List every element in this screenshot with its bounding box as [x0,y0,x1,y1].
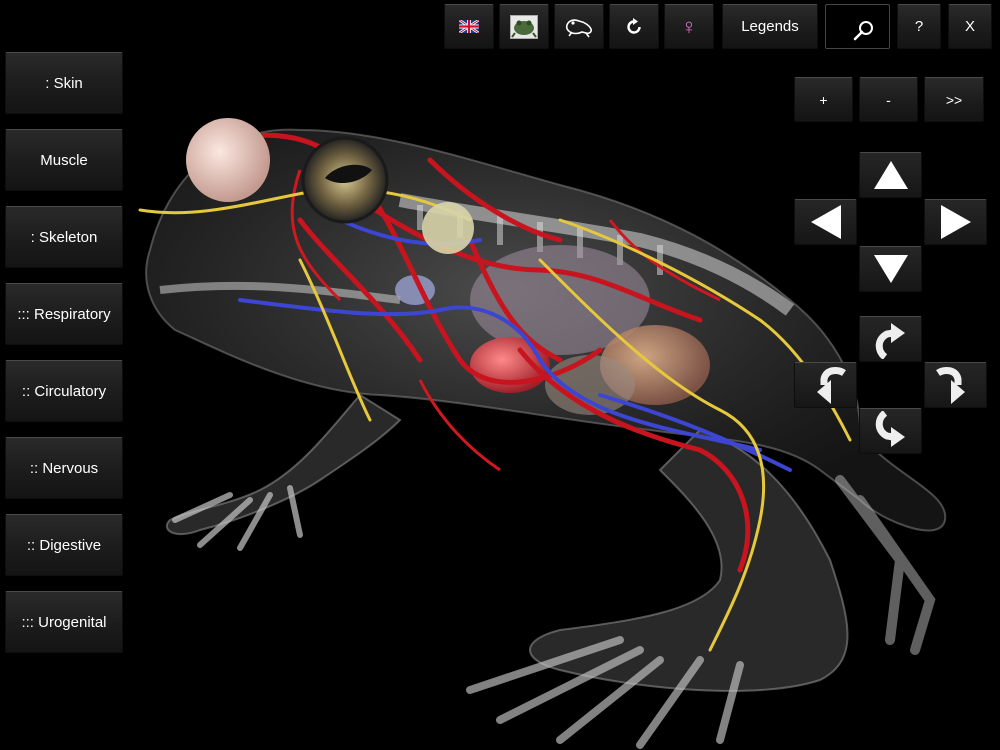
uk-flag-icon [459,20,479,33]
reset-rotation-button[interactable] [609,4,659,49]
female-symbol-icon: ♀ [680,13,698,39]
legends-button[interactable]: Legends [722,4,818,49]
rotate-down-button[interactable] [859,408,922,454]
close-button[interactable]: X [948,4,992,49]
system-digestive-label: :: Digestive [26,536,102,554]
frog-photo-icon [510,14,538,39]
zoom-in-button[interactable]: + [794,77,853,122]
zoom-out-label: - [886,91,891,108]
rotate-left-button[interactable] [794,362,857,408]
zoom-in-label: + [819,91,828,108]
rotate-down-icon [875,411,905,447]
system-skin-button[interactable]: : Skin [5,52,123,114]
pan-down-button[interactable] [859,246,922,292]
system-respiratory-button[interactable]: ::: Respiratory [5,283,123,345]
rotate-up-button[interactable] [859,316,922,362]
rotate-left-icon [816,367,846,404]
system-respiratory-label: ::: Respiratory [17,305,111,323]
legends-label: Legends [741,18,799,35]
system-muscle-button[interactable]: Muscle [5,129,123,191]
help-label: ? [914,18,924,35]
system-nervous-label: :: Nervous [29,459,99,477]
system-digestive-button[interactable]: :: Digestive [5,514,123,576]
frog-outline-icon [565,18,592,37]
system-circulatory-label: :: Circulatory [21,382,107,400]
pan-right-button[interactable] [924,199,987,245]
sex-toggle-button[interactable]: ♀ [664,4,714,49]
system-nervous-button[interactable]: :: Nervous [5,437,123,499]
arrow-down-icon [873,255,908,283]
frog-outline-button[interactable] [554,4,604,49]
search-button[interactable] [825,4,890,49]
arrow-right-icon [940,205,971,239]
help-button[interactable]: ? [897,4,941,49]
system-urogenital-button[interactable]: ::: Urogenital [5,591,123,653]
rotate-right-button[interactable] [924,362,987,408]
pan-up-button[interactable] [859,152,922,198]
close-label: X [964,18,975,35]
next-view-button[interactable]: >> [924,77,984,122]
zoom-out-button[interactable]: - [859,77,918,122]
language-button[interactable] [444,4,494,49]
arrow-up-icon [873,161,908,189]
system-skin-label: : Skin [45,74,83,92]
system-muscle-label: Muscle [40,151,88,169]
system-skeleton-label: : Skeleton [30,228,98,246]
arrow-left-icon [810,205,841,239]
system-circulatory-button[interactable]: :: Circulatory [5,360,123,422]
next-view-label: >> [945,91,963,108]
search-icon [853,20,873,40]
pan-left-button[interactable] [794,199,857,245]
rotate-up-icon [875,323,905,359]
system-skeleton-button[interactable]: : Skeleton [5,206,123,268]
rotate-right-icon [935,367,965,404]
system-urogenital-label: ::: Urogenital [21,613,107,631]
frog-photo-button[interactable] [499,4,549,49]
reset-rotate-icon [627,17,641,34]
